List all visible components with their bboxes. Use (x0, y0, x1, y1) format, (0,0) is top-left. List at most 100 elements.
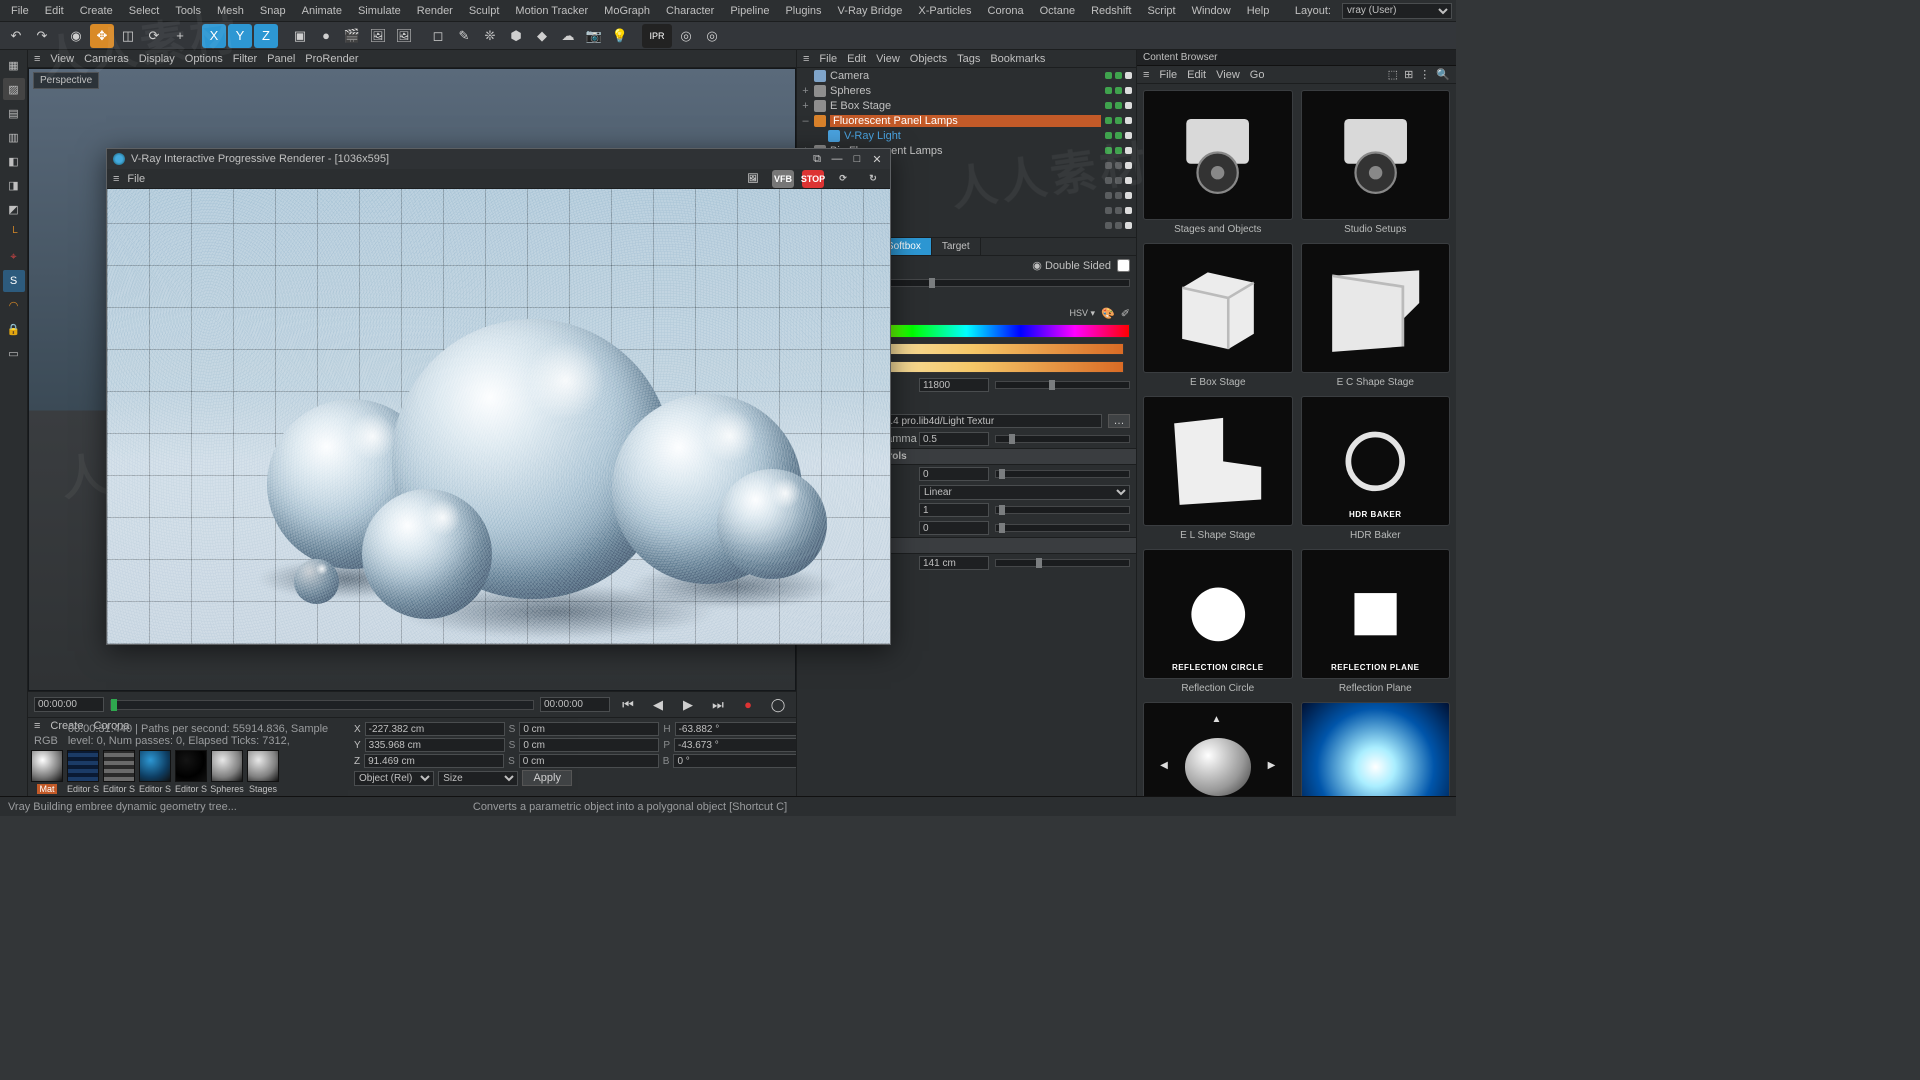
timeline[interactable]: ⏮ ◀ ▶ ⏭ ● ◯ (28, 692, 796, 718)
menu-animate[interactable]: Animate (295, 2, 349, 20)
cb-tool-icon[interactable]: ⊞ (1404, 68, 1413, 81)
menu-edit[interactable]: Edit (38, 2, 71, 20)
content-browser-item[interactable]: ◀▶▲ (1143, 702, 1293, 796)
menu-sculpt[interactable]: Sculpt (462, 2, 507, 20)
menu-simulate[interactable]: Simulate (351, 2, 408, 20)
material-swatch[interactable]: Editor S (174, 750, 208, 794)
coord-z[interactable] (364, 754, 504, 768)
layout-select[interactable]: vray (User) (1342, 3, 1452, 19)
menu-file[interactable]: File (4, 2, 36, 20)
menu-plugins[interactable]: Plugins (778, 2, 828, 20)
snap-icon[interactable]: ⌖ (3, 246, 25, 268)
menu-snap[interactable]: Snap (253, 2, 293, 20)
content-browser-item[interactable]: Stages and Objects (1143, 90, 1293, 235)
coord-mode-select[interactable]: Object (Rel) (354, 771, 434, 786)
move-icon[interactable]: ✥ (90, 24, 114, 48)
menu-script[interactable]: Script (1140, 2, 1182, 20)
workplane2-icon[interactable]: ◠ (3, 294, 25, 316)
lock-icon[interactable]: 🔒 (3, 318, 25, 340)
rot-b[interactable] (673, 754, 813, 768)
content-browser-item[interactable] (1301, 702, 1451, 796)
obj-menu-tags[interactable]: Tags (957, 53, 980, 65)
content-browser-item[interactable]: REFLECTION PLANEReflection Plane (1301, 549, 1451, 694)
ipr-popout-icon[interactable]: ⧉ (810, 152, 824, 166)
obj-menu-view[interactable]: View (876, 53, 900, 65)
obj-hamburger-icon[interactable]: ≡ (803, 53, 809, 65)
menu-create[interactable]: Create (73, 2, 120, 20)
prim-cube-icon[interactable]: ◻ (426, 24, 450, 48)
material-swatch[interactable]: Editor S (138, 750, 172, 794)
material-swatch[interactable]: Mat (30, 750, 64, 794)
obj-menu-file[interactable]: File (819, 53, 837, 65)
cb-tool-icon[interactable]: ⋮ (1419, 68, 1430, 81)
view-menu-display[interactable]: Display (139, 53, 175, 65)
sizey-field[interactable] (919, 556, 989, 570)
ipr-refresh-button[interactable]: ⟳ (832, 170, 854, 188)
cb-menu-file[interactable]: File (1159, 69, 1177, 81)
coord-apply-button[interactable]: Apply (522, 770, 572, 786)
menu-window[interactable]: Window (1185, 2, 1238, 20)
menu-select[interactable]: Select (122, 2, 167, 20)
temperature-field[interactable] (919, 378, 989, 392)
content-browser-item[interactable]: Studio Setups (1301, 90, 1451, 235)
texture-mode-icon[interactable]: ▤ (3, 102, 25, 124)
play-fwd-icon[interactable]: ▶ (676, 693, 700, 717)
cb-tool-icon[interactable]: ⬚ (1388, 68, 1398, 81)
dirlight-field[interactable] (919, 521, 989, 535)
material-swatch[interactable]: Editor S (66, 750, 100, 794)
view-menu-cameras[interactable]: Cameras (84, 53, 129, 65)
scale-y[interactable] (519, 738, 659, 752)
timeline-track[interactable] (110, 700, 534, 710)
axis-x-icon[interactable]: X (202, 24, 226, 48)
texture-browse-button[interactable]: … (1108, 414, 1130, 428)
coord-y[interactable] (365, 738, 505, 752)
object-node[interactable]: +E Box Stage (797, 98, 1136, 113)
redo-icon[interactable]: ↷ (30, 24, 54, 48)
timeline-start-field[interactable] (34, 697, 104, 712)
play-start-icon[interactable]: ⏮ (616, 693, 640, 717)
live-select-icon[interactable]: ◉ (64, 24, 88, 48)
view-menu-prorender[interactable]: ProRender (305, 53, 358, 65)
content-browser-item[interactable]: E Box Stage (1143, 243, 1293, 388)
cb-hamburger-icon[interactable]: ≡ (1143, 69, 1149, 81)
cb-tool-icon[interactable]: 🔍 (1436, 68, 1450, 81)
content-browser-item[interactable]: REFLECTION CIRCLEReflection Circle (1143, 549, 1293, 694)
menu-redshift[interactable]: Redshift (1084, 2, 1138, 20)
camera-icon[interactable]: 📷 (582, 24, 606, 48)
coord-size-select[interactable]: Size (438, 771, 518, 786)
light-icon[interactable]: 💡 (608, 24, 632, 48)
attr-tab[interactable]: Target (932, 238, 981, 255)
vray-a-icon[interactable]: ◎ (674, 24, 698, 48)
double-sided-check[interactable] (1117, 259, 1130, 272)
material-swatch[interactable]: Stages (246, 750, 280, 794)
ipr-button[interactable]: IPR (642, 24, 672, 48)
material-swatch[interactable]: Spheres (210, 750, 244, 794)
rot-p[interactable] (674, 738, 814, 752)
play-end-icon[interactable]: ⏭ (706, 693, 730, 717)
workplane-icon[interactable]: ▥ (3, 126, 25, 148)
menu-pipeline[interactable]: Pipeline (723, 2, 776, 20)
ipr-render-view[interactable] (107, 189, 890, 644)
axis-align-icon[interactable]: └ (3, 222, 25, 244)
make-editable-icon[interactable]: ▦ (3, 54, 25, 76)
view-menu-options[interactable]: Options (185, 53, 223, 65)
scale-z[interactable] (519, 754, 659, 768)
axis-y-icon[interactable]: Y (228, 24, 252, 48)
color-picker-icon[interactable]: 🎨 (1101, 307, 1115, 320)
cb-menu-view[interactable]: View (1216, 69, 1240, 81)
point-mode-icon[interactable]: ◧ (3, 150, 25, 172)
rotate-icon[interactable]: ⟳ (142, 24, 166, 48)
view-menu-panel[interactable]: Panel (267, 53, 295, 65)
ipr-stop-button[interactable]: STOP (802, 170, 824, 188)
environment-icon[interactable]: ☁ (556, 24, 580, 48)
scale-icon[interactable]: ◫ (116, 24, 140, 48)
colorspace-select[interactable]: Linear (919, 485, 1130, 500)
content-browser-item[interactable]: E L Shape Stage (1143, 396, 1293, 541)
poly-mode-icon[interactable]: ◩ (3, 198, 25, 220)
edge-mode-icon[interactable]: ◨ (3, 174, 25, 196)
eyedropper-icon[interactable]: ✐ (1121, 307, 1130, 320)
record-key-icon[interactable]: ● (736, 693, 760, 717)
ipr-redo-button[interactable]: ↻ (862, 170, 884, 188)
view-hamburger-icon[interactable]: ≡ (34, 53, 40, 65)
menu-character[interactable]: Character (659, 2, 721, 20)
